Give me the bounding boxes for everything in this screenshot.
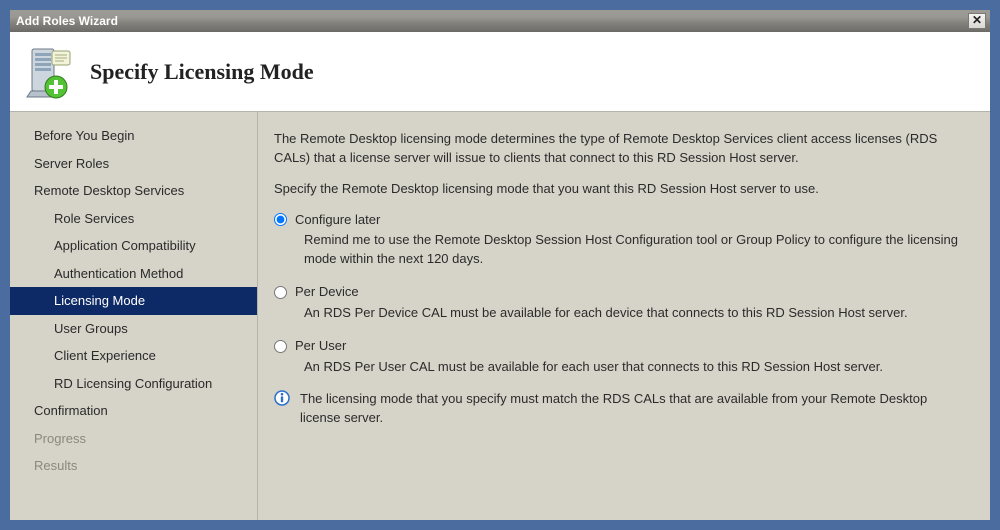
option-configure-later[interactable]: Configure later	[274, 211, 970, 230]
label-per-user[interactable]: Per User	[295, 337, 346, 356]
sidebar-item[interactable]: RD Licensing Configuration	[10, 370, 257, 398]
window-title: Add Roles Wizard	[16, 14, 118, 28]
sidebar-item[interactable]: Role Services	[10, 205, 257, 233]
info-icon	[274, 390, 290, 406]
titlebar: Add Roles Wizard ✕	[10, 10, 990, 32]
option-per-user[interactable]: Per User	[274, 337, 970, 356]
wizard-body: Before You BeginServer RolesRemote Deskt…	[10, 112, 990, 520]
label-per-device[interactable]: Per Device	[295, 283, 359, 302]
intro-text-2: Specify the Remote Desktop licensing mod…	[274, 180, 970, 199]
sidebar-item[interactable]: Licensing Mode	[10, 287, 257, 315]
sidebar-item[interactable]: Remote Desktop Services	[10, 177, 257, 205]
sidebar-item[interactable]: Server Roles	[10, 150, 257, 178]
radio-per-user[interactable]	[274, 340, 287, 353]
wizard-window: Add Roles Wizard ✕ Specify Licen	[0, 0, 1000, 530]
sidebar-item[interactable]: Application Compatibility	[10, 232, 257, 260]
sidebar-item[interactable]: Progress	[10, 425, 257, 453]
desc-per-user: An RDS Per User CAL must be available fo…	[304, 358, 970, 377]
server-add-icon	[26, 45, 74, 99]
sidebar-item[interactable]: Client Experience	[10, 342, 257, 370]
close-button[interactable]: ✕	[968, 13, 986, 29]
page-title: Specify Licensing Mode	[90, 59, 314, 85]
sidebar-item[interactable]: User Groups	[10, 315, 257, 343]
option-per-device[interactable]: Per Device	[274, 283, 970, 302]
info-note: The licensing mode that you specify must…	[274, 390, 970, 428]
radio-configure-later[interactable]	[274, 213, 287, 226]
label-configure-later[interactable]: Configure later	[295, 211, 380, 230]
close-icon: ✕	[972, 13, 982, 27]
sidebar-item[interactable]: Authentication Method	[10, 260, 257, 288]
intro-text-1: The Remote Desktop licensing mode determ…	[274, 130, 970, 168]
radio-per-device[interactable]	[274, 286, 287, 299]
desc-configure-later: Remind me to use the Remote Desktop Sess…	[304, 231, 970, 269]
desc-per-device: An RDS Per Device CAL must be available …	[304, 304, 970, 323]
wizard-steps-sidebar: Before You BeginServer RolesRemote Deskt…	[10, 112, 258, 520]
wizard-header: Specify Licensing Mode	[10, 32, 990, 112]
sidebar-item[interactable]: Results	[10, 452, 257, 480]
info-text: The licensing mode that you specify must…	[300, 390, 970, 428]
sidebar-item[interactable]: Before You Begin	[10, 122, 257, 150]
wizard-content: The Remote Desktop licensing mode determ…	[258, 112, 990, 520]
sidebar-item[interactable]: Confirmation	[10, 397, 257, 425]
